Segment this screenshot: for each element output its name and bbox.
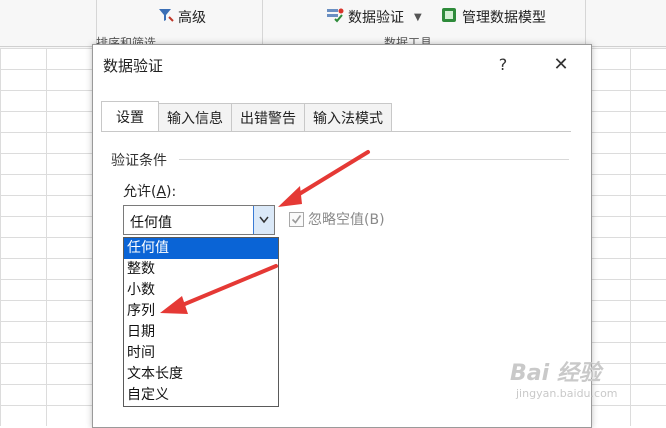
validation-criteria-label: 验证条件 xyxy=(111,153,167,169)
allow-label: 允许(A): xyxy=(123,184,177,200)
ribbon: 高级 数据验证 ▼ 管理数据模型 排序和筛选 数据工具 xyxy=(0,0,666,50)
manage-data-model-icon xyxy=(440,6,458,28)
tab-input-message[interactable]: 输入信息 xyxy=(158,103,232,132)
option-any-value[interactable]: 任何值 xyxy=(124,238,278,259)
dialog-titlebar[interactable]: 数据验证 ? ✕ xyxy=(93,45,591,85)
option-text-length[interactable]: 文本长度 xyxy=(124,364,278,385)
watermark-logo: Bai 经验 xyxy=(510,361,601,386)
baidu-watermark: Bai 经验 jingyan.baidu.com xyxy=(510,355,618,400)
data-validation-button[interactable]: 数据验证 ▼ xyxy=(326,6,422,28)
checkbox-check-icon[interactable] xyxy=(289,211,304,227)
close-button[interactable]: ✕ xyxy=(545,51,577,77)
worksheet-grid-left[interactable] xyxy=(0,48,92,426)
tab-error-alert[interactable]: 出错警告 xyxy=(231,103,305,132)
chevron-down-icon[interactable]: ▼ xyxy=(414,12,422,23)
dialog-title: 数据验证 xyxy=(103,57,164,75)
watermark-url: jingyan.baidu.com xyxy=(516,387,618,400)
ignore-blank-label: 忽略空值(B) xyxy=(308,212,385,228)
tab-ime-mode[interactable]: 输入法模式 xyxy=(304,103,392,132)
option-list[interactable]: 序列 xyxy=(124,301,278,322)
option-decimal[interactable]: 小数 xyxy=(124,280,278,301)
advanced-filter-button[interactable]: 高级 xyxy=(158,6,206,28)
help-button[interactable]: ? xyxy=(489,51,517,77)
ribbon-separator xyxy=(585,0,586,46)
dialog-tabs: 设置 输入信息 出错警告 输入法模式 xyxy=(101,101,392,132)
tab-panel-border xyxy=(101,131,571,132)
allow-select-value: 任何值 xyxy=(130,215,172,231)
close-icon: ✕ xyxy=(553,53,569,75)
data-validation-label: 数据验证 xyxy=(348,10,404,26)
manage-data-model-button[interactable]: 管理数据模型 xyxy=(440,6,546,28)
help-icon: ? xyxy=(498,54,508,74)
option-time[interactable]: 时间 xyxy=(124,343,278,364)
data-validation-icon xyxy=(326,7,344,27)
option-custom[interactable]: 自定义 xyxy=(124,385,278,406)
advanced-filter-label: 高级 xyxy=(178,10,206,26)
ignore-blank-checkbox[interactable]: 忽略空值(B) xyxy=(289,209,385,229)
ribbon-separator xyxy=(262,0,263,46)
manage-data-model-label: 管理数据模型 xyxy=(462,10,546,26)
tab-settings[interactable]: 设置 xyxy=(101,101,159,132)
section-divider xyxy=(179,159,569,160)
option-whole-number[interactable]: 整数 xyxy=(124,259,278,280)
allow-dropdown-list: 任何值 整数 小数 序列 日期 时间 文本长度 自定义 xyxy=(123,237,279,407)
allow-select[interactable]: 任何值 xyxy=(123,205,275,235)
advanced-filter-icon xyxy=(158,7,174,27)
dropdown-arrow-icon[interactable] xyxy=(253,206,274,234)
option-date[interactable]: 日期 xyxy=(124,322,278,343)
